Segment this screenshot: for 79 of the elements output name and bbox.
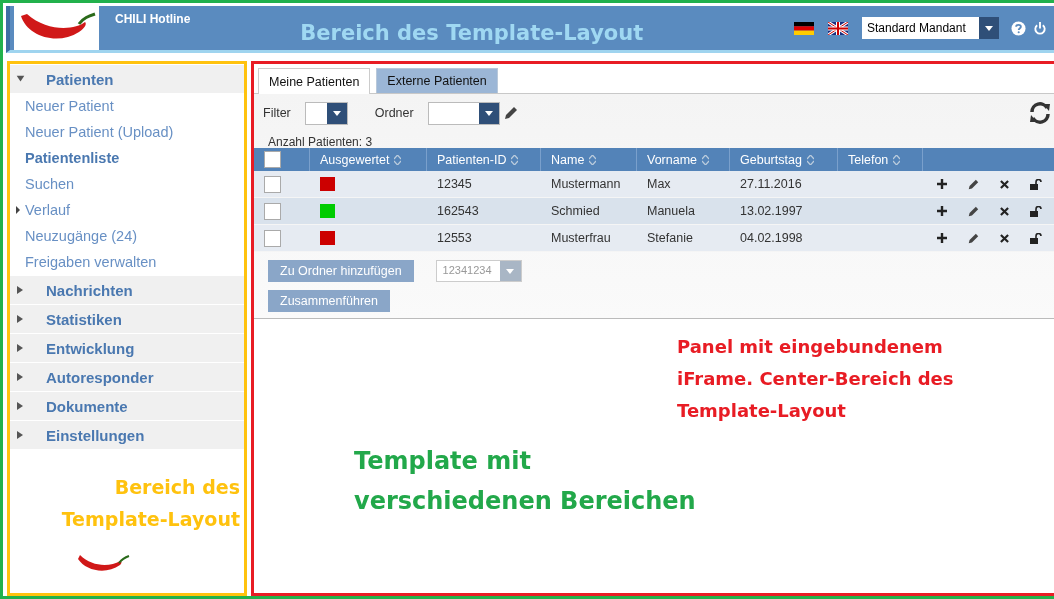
table-cell: 12553 bbox=[437, 231, 472, 245]
refresh-icon[interactable] bbox=[1028, 102, 1052, 124]
folder-label: Ordner bbox=[374, 106, 414, 120]
help-icon[interactable] bbox=[1011, 20, 1026, 36]
caret-icon[interactable] bbox=[17, 431, 24, 439]
sidebar-item[interactable]: Neuer Patient bbox=[25, 98, 114, 114]
plus-icon[interactable] bbox=[937, 206, 947, 216]
caret-icon bbox=[506, 268, 515, 274]
close-icon[interactable] bbox=[1000, 179, 1009, 189]
select-all-checkbox[interactable] bbox=[264, 151, 281, 168]
product-name: CHILI Hotline bbox=[115, 12, 191, 26]
row-checkbox[interactable] bbox=[264, 229, 281, 247]
sidebar-group[interactable]: Dokumente bbox=[10, 391, 244, 420]
filter-select[interactable] bbox=[304, 101, 348, 125]
panel-annotation: Panel mit eingebundenem iFrame. Center-Bereich des Template-Layout bbox=[677, 335, 955, 423]
table-cell: 04.02.1998 bbox=[740, 231, 803, 245]
table-cell: Mustermann bbox=[551, 177, 621, 191]
table-cell: Max bbox=[647, 177, 671, 191]
caret-icon[interactable] bbox=[17, 286, 24, 294]
caret-icon[interactable] bbox=[17, 373, 24, 381]
pencil-icon[interactable] bbox=[968, 232, 979, 244]
sidebar-item[interactable]: Freigaben verwalten bbox=[25, 254, 157, 270]
table-cell: Schmied bbox=[551, 204, 600, 218]
sidebar-group[interactable]: Statistiken bbox=[10, 304, 244, 333]
row-checkbox[interactable] bbox=[264, 202, 281, 220]
plus-icon[interactable] bbox=[937, 179, 947, 189]
table-cell: Musterfrau bbox=[551, 231, 611, 245]
column-header[interactable]: Telefon bbox=[848, 152, 889, 167]
unlock-icon[interactable] bbox=[1030, 232, 1042, 244]
caret-icon bbox=[484, 110, 493, 116]
german-flag-icon[interactable] bbox=[794, 21, 814, 35]
tab[interactable]: Externe Patienten bbox=[376, 68, 498, 93]
british-flag-icon[interactable] bbox=[828, 21, 848, 35]
unlock-icon[interactable] bbox=[1030, 178, 1042, 190]
pencil-icon[interactable] bbox=[968, 205, 979, 217]
mandant-select[interactable]: Standard Mandant bbox=[862, 17, 999, 39]
sidebar-group[interactable]: Patienten bbox=[10, 64, 244, 93]
table-cell: 27.11.2016 bbox=[740, 177, 802, 191]
sidebar-group[interactable]: Nachrichten bbox=[10, 275, 244, 304]
sidebar-annotation: Bereich des Template-Layout bbox=[60, 475, 240, 532]
caret-icon[interactable] bbox=[17, 315, 24, 323]
pencil-icon[interactable] bbox=[968, 178, 979, 190]
column-header[interactable]: Geburtstag bbox=[740, 152, 802, 167]
folder-select[interactable] bbox=[427, 101, 500, 125]
row-checkbox[interactable] bbox=[264, 175, 281, 193]
close-icon[interactable] bbox=[1000, 206, 1009, 216]
sidebar-item[interactable]: Verlauf bbox=[25, 202, 71, 218]
column-header[interactable]: Ausgewertet bbox=[320, 152, 390, 167]
sidebar-item[interactable]: Suchen bbox=[25, 176, 75, 192]
table-cell: Stefanie bbox=[647, 231, 693, 245]
header-annotation: Bereich des Template-Layout bbox=[300, 21, 645, 45]
sidebar-item[interactable]: Neuzugänge (24) bbox=[25, 228, 138, 244]
close-icon[interactable] bbox=[1000, 233, 1009, 243]
template-annotation: Template mit verschiedenen Bereichen bbox=[354, 446, 697, 517]
column-header[interactable]: Name bbox=[551, 152, 585, 167]
caret-icon[interactable] bbox=[17, 402, 24, 410]
caret-icon bbox=[985, 25, 993, 31]
patient-count: Anzahl Patienten: 3 bbox=[267, 136, 374, 148]
column-header[interactable]: Vorname bbox=[647, 152, 698, 167]
tab[interactable]: Meine Patienten bbox=[258, 68, 371, 94]
table-cell: 162543 bbox=[437, 204, 479, 218]
table-cell: 13.02.1997 bbox=[740, 204, 803, 218]
sidebar-group[interactable]: Einstellungen bbox=[10, 420, 244, 449]
sidebar-group[interactable]: Entwicklung bbox=[10, 333, 244, 362]
unlock-icon[interactable] bbox=[1030, 205, 1042, 217]
table-cell: Manuela bbox=[647, 204, 695, 218]
plus-icon[interactable] bbox=[937, 233, 947, 243]
filter-label: Filter bbox=[263, 106, 291, 120]
sidebar-group[interactable]: Autoresponder bbox=[10, 362, 244, 391]
column-header[interactable]: Patienten-ID bbox=[437, 152, 507, 167]
power-icon[interactable] bbox=[1034, 20, 1046, 36]
expand-arrow-icon[interactable] bbox=[16, 206, 20, 214]
caret-icon bbox=[332, 110, 341, 116]
caret-icon[interactable] bbox=[16, 75, 25, 83]
table-cell: 12345 bbox=[437, 177, 472, 191]
pencil-icon[interactable] bbox=[503, 106, 518, 120]
sidebar-item[interactable]: Patientenliste bbox=[25, 150, 120, 166]
caret-icon[interactable] bbox=[17, 344, 24, 352]
sidebar-item[interactable]: Neuer Patient (Upload) bbox=[25, 124, 174, 140]
